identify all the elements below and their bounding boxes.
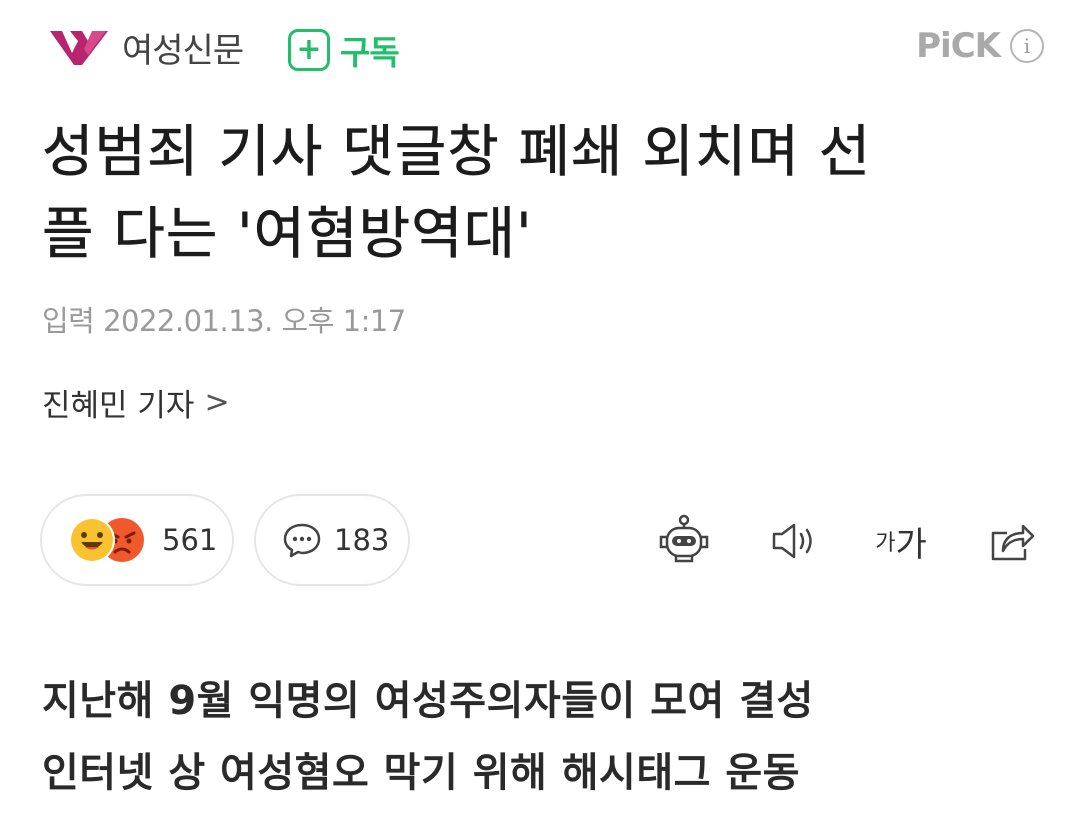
- reporter-name: 진혜민 기자: [42, 388, 195, 424]
- pick-label: PiCK: [916, 26, 1001, 66]
- font-size-large-label: 가: [895, 524, 927, 565]
- font-size-button[interactable]: 가 가: [866, 506, 936, 576]
- press-name: 여성신문: [122, 30, 244, 71]
- speaker-icon: [772, 523, 812, 559]
- press-logo-mark-icon: [50, 31, 108, 65]
- chevron-right-icon: >: [204, 385, 230, 420]
- subscribe-label: 구독: [340, 33, 400, 72]
- info-icon[interactable]: i: [1010, 29, 1044, 63]
- article-lead: 지난해 9월 익명의 여성주의자들이 모여 결성 인터넷 상 여성혐오 막기 위…: [42, 665, 814, 809]
- font-size-small-label: 가: [875, 531, 896, 556]
- reporter-link[interactable]: 진혜민 기자 >: [42, 380, 230, 425]
- plus-icon: +: [288, 29, 330, 71]
- article-title-line-1: 성범죄 기사 댓글창 폐쇄 외치며 선: [42, 120, 872, 186]
- robot-summary-icon: [659, 514, 709, 563]
- share-icon: [991, 524, 1035, 561]
- subscribe-button[interactable]: + 구독: [288, 26, 400, 74]
- pick-badge[interactable]: PiCK i: [916, 26, 1044, 66]
- article-toolbar: 가 가: [0, 506, 1080, 576]
- top-bar: 여성신문 + 구독 PiCK i: [0, 0, 1080, 100]
- article-date: 입력 2022.01.13. 오후 1:17: [42, 304, 406, 338]
- article-lead-line-2: 인터넷 상 여성혐오 막기 위해 해시태그 운동: [42, 750, 800, 796]
- article-title: 성범죄 기사 댓글창 폐쇄 외치며 선 플 다는 '여혐방역대': [42, 112, 1042, 276]
- article-lead-line-1: 지난해 9월 익명의 여성주의자들이 모여 결성: [42, 678, 814, 724]
- article-title-line-2: 플 다는 '여혐방역대': [42, 202, 533, 268]
- share-button[interactable]: [980, 506, 1042, 576]
- press-logo[interactable]: 여성신문: [48, 22, 244, 72]
- summary-button[interactable]: [652, 506, 716, 576]
- audio-button[interactable]: [764, 506, 824, 576]
